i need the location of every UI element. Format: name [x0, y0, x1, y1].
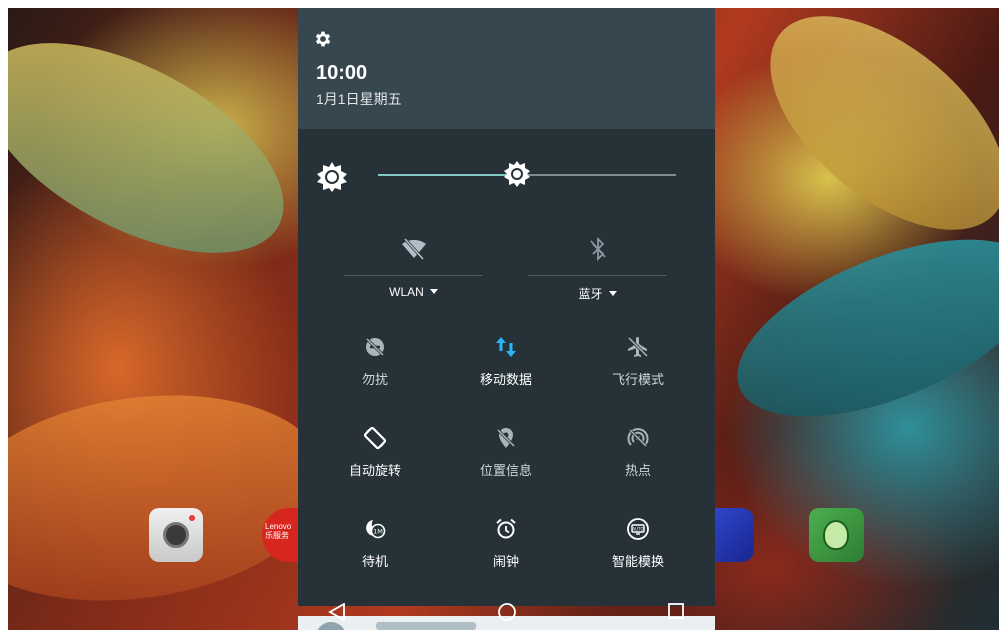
standby-icon: 1M: [366, 520, 386, 539]
tile-smart-mode[interactable]: AUTO 智能模换: [573, 517, 703, 587]
auto-rotate-icon: [363, 426, 387, 450]
quick-settings-panel: 10:00 1月1日星期五 WLAN 蓝牙 勿扰 移动数据 飞行模式 自动旋转 …: [298, 8, 715, 606]
brightness-slider-filled[interactable]: [378, 174, 517, 176]
location-off-icon: [496, 428, 516, 448]
tile-label: 热点: [624, 463, 651, 478]
bluetooth-divider: [528, 275, 667, 276]
lenovo-app-label: Lenovo 乐服务: [265, 522, 292, 540]
tile-standby[interactable]: 1M 待机: [310, 517, 440, 587]
camera-app-icon[interactable]: [149, 508, 203, 562]
tile-label: 智能模换: [611, 554, 664, 569]
settings-gear-icon[interactable]: [313, 29, 333, 49]
mobile-data-icon: [496, 337, 516, 357]
tile-hotspot[interactable]: 热点: [573, 426, 703, 496]
bluetooth-label: 蓝牙: [578, 287, 603, 301]
bluetooth-off-icon: [589, 236, 606, 262]
alarm-clock-icon: [496, 518, 516, 539]
tile-do-not-disturb[interactable]: 勿扰: [310, 335, 440, 405]
back-icon[interactable]: [328, 603, 346, 621]
svg-text:AUTO: AUTO: [632, 526, 643, 531]
chevron-down-icon: [608, 291, 617, 296]
chevron-down-icon: [429, 289, 438, 294]
wifi-off-icon: [401, 237, 426, 261]
clock-date: 1月1日星期五: [316, 91, 402, 107]
svg-text:1M: 1M: [373, 528, 383, 536]
tile-label: 待机: [361, 554, 388, 569]
tile-alarm[interactable]: 闹钟: [441, 517, 571, 587]
bluetooth-dropdown[interactable]: 蓝牙: [528, 285, 667, 302]
brightness-auto-icon[interactable]: [316, 161, 348, 193]
wlan-dropdown[interactable]: WLAN: [344, 285, 483, 299]
hotspot-off-icon: [627, 428, 649, 448]
bluetooth-tile[interactable]: 蓝牙: [528, 221, 667, 311]
tile-label: 飞行模式: [611, 372, 664, 387]
tile-label: 自动旋转: [348, 463, 401, 478]
clock-time: 10:00: [316, 62, 368, 84]
do-not-disturb-off-icon: [365, 337, 385, 357]
brightness-slider-thumb[interactable]: [503, 160, 531, 188]
brightness-slider-track[interactable]: [517, 174, 676, 176]
wlan-tile[interactable]: WLAN: [344, 221, 483, 311]
shade-header: 10:00 1月1日星期五: [298, 8, 715, 129]
tile-label: 闹钟: [492, 554, 519, 569]
tile-auto-rotate[interactable]: 自动旋转: [310, 426, 440, 496]
home-icon[interactable]: [497, 602, 517, 622]
green-app-icon[interactable]: [809, 508, 864, 562]
wlan-label: WLAN: [389, 285, 424, 299]
smart-mode-icon: AUTO: [627, 518, 649, 540]
airplane-mode-off-icon: [627, 336, 649, 358]
tile-label: 勿扰: [361, 372, 388, 387]
navigation-bar: [298, 598, 715, 630]
tile-label: 位置信息: [479, 463, 532, 478]
tile-label: 移动数据: [479, 372, 532, 387]
recents-icon[interactable]: [667, 602, 685, 620]
tile-mobile-data[interactable]: 移动数据: [441, 335, 571, 405]
tile-location[interactable]: 位置信息: [441, 426, 571, 496]
tile-airplane-mode[interactable]: 飞行模式: [573, 335, 703, 405]
wlan-divider: [344, 275, 483, 276]
blue-app-icon[interactable]: [714, 508, 754, 562]
